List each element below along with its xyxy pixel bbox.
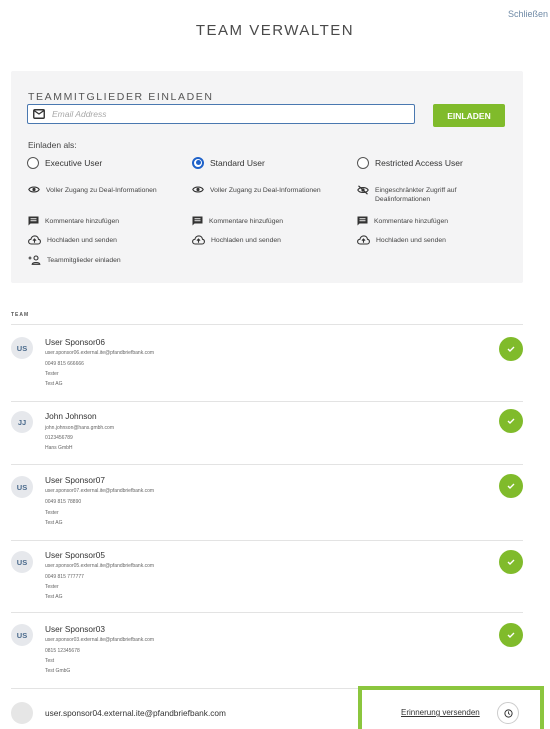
- status-badge: [499, 623, 523, 647]
- cloud-upload-icon: [357, 235, 370, 245]
- member-phone: 0815 12345678: [45, 648, 80, 654]
- member-name: User Sponsor05: [45, 550, 105, 560]
- avatar: JJ: [11, 411, 33, 433]
- comment-icon: [192, 216, 203, 226]
- member-name: User Sponsor03: [45, 624, 105, 634]
- feature-item: Teammitglieder einladen: [28, 255, 121, 265]
- comment-icon: [357, 216, 368, 226]
- eye-icon: [192, 186, 204, 193]
- mail-icon: [33, 109, 45, 119]
- feature-item: Voller Zugang zu Deal-Informationen: [28, 186, 157, 195]
- member-role: Tester: [45, 510, 59, 516]
- add-user-icon: [28, 255, 41, 265]
- member-phone: 0123456789: [45, 435, 73, 441]
- member-phone: 0049 815 666666: [45, 361, 84, 367]
- status-badge: [499, 409, 523, 433]
- member-email: user.sponsor05.external.ite@pfandbriefba…: [45, 563, 155, 569]
- feature-item: Hochladen und senden: [28, 235, 117, 245]
- radio-unchecked-icon[interactable]: [357, 156, 369, 169]
- feature-item: Eingeschränkter Zugriff auf Dealinformat…: [357, 185, 497, 204]
- member-name: User Sponsor07: [45, 475, 105, 485]
- member-company: Test AG: [45, 520, 63, 526]
- email-input[interactable]: [52, 105, 402, 123]
- member-email: john.johnson@hans.gmbh.com: [45, 425, 115, 431]
- invite-as-label: Einladen als:: [28, 140, 77, 150]
- role-label-restricted: Restricted Access User: [375, 157, 463, 168]
- member-phone: 0049 815 777777: [45, 574, 84, 580]
- role-label-executive: Executive User: [45, 157, 103, 168]
- eye-icon: [28, 186, 40, 193]
- team-member-row: US User Sponsor03 user.sponsor03.externa…: [11, 612, 523, 688]
- member-role: Tester: [45, 584, 59, 590]
- send-reminder-link[interactable]: Erinnerung versenden: [401, 708, 480, 717]
- role-radio-restricted[interactable]: Restricted Access User: [357, 155, 463, 170]
- invite-card: TEAMMITGLIEDER EINLADEN EINLADEN Einlade…: [11, 71, 523, 283]
- comment-icon: [28, 216, 39, 226]
- clock-icon: [503, 708, 513, 718]
- member-company: Test AG: [45, 381, 63, 387]
- radio-checked-icon[interactable]: [192, 156, 204, 169]
- avatar: US: [11, 476, 33, 498]
- avatar: US: [11, 337, 33, 359]
- member-role: Test: [45, 658, 55, 664]
- avatar: US: [11, 551, 33, 573]
- team-section-label: TEAM: [11, 312, 30, 318]
- team-member-row: US User Sponsor07 user.sponsor07.externa…: [11, 464, 523, 540]
- status-badge: [499, 337, 523, 361]
- member-phone: 0049 815 78890: [45, 499, 82, 505]
- member-role: Tester: [45, 371, 59, 377]
- invite-heading: TEAMMITGLIEDER EINLADEN: [28, 91, 214, 103]
- member-name: User Sponsor06: [45, 337, 105, 347]
- cloud-upload-icon: [28, 235, 41, 245]
- feature-item: Kommentare hinzufügen: [28, 216, 119, 226]
- avatar-placeholder: [11, 702, 33, 724]
- checkmark-icon: [507, 483, 515, 489]
- member-company: Hans GmbH: [45, 445, 73, 451]
- invite-button[interactable]: EINLADEN: [433, 104, 505, 127]
- status-badge: [499, 474, 523, 498]
- team-member-row: US User Sponsor06 user.sponsor06.externa…: [11, 324, 523, 401]
- member-company: Test GmbG: [45, 668, 71, 674]
- checkmark-icon: [507, 559, 515, 565]
- role-radio-standard[interactable]: Standard User: [192, 155, 265, 170]
- eye-off-icon: [357, 185, 369, 195]
- cloud-upload-icon: [192, 235, 205, 245]
- feature-item: Hochladen und senden: [357, 235, 446, 245]
- role-label-standard: Standard User: [210, 157, 265, 168]
- team-member-row: JJ John Johnson john.johnson@hans.gmbh.c…: [11, 401, 523, 464]
- member-email: user.sponsor07.external.ite@pfandbriefba…: [45, 488, 155, 494]
- member-company: Test AG: [45, 594, 63, 600]
- email-field-wrapper[interactable]: [27, 104, 415, 124]
- checkmark-icon: [507, 632, 515, 638]
- close-link[interactable]: Schließen: [508, 9, 548, 19]
- member-email: user.sponsor06.external.ite@pfandbriefba…: [45, 350, 155, 356]
- team-member-row: US User Sponsor05 user.sponsor05.externa…: [11, 540, 523, 612]
- status-badge: [499, 550, 523, 574]
- feature-item: Kommentare hinzufügen: [192, 216, 283, 226]
- role-radio-executive[interactable]: Executive User: [27, 155, 102, 170]
- member-email: user.sponsor03.external.ite@pfandbriefba…: [45, 637, 155, 643]
- pending-member-email: user.sponsor04.external.ite@pfandbriefba…: [45, 708, 226, 718]
- radio-unchecked-icon[interactable]: [27, 156, 39, 169]
- member-name: John Johnson: [45, 411, 97, 421]
- avatar: US: [11, 624, 33, 646]
- feature-item: Voller Zugang zu Deal-Informationen: [192, 186, 321, 195]
- checkmark-icon: [507, 346, 515, 352]
- feature-item: Hochladen und senden: [192, 235, 281, 245]
- checkmark-icon: [507, 418, 515, 424]
- page-title: TEAM VERWALTEN: [195, 22, 355, 39]
- reminder-clock-button[interactable]: [497, 702, 519, 724]
- feature-item: Kommentare hinzufügen: [357, 216, 448, 226]
